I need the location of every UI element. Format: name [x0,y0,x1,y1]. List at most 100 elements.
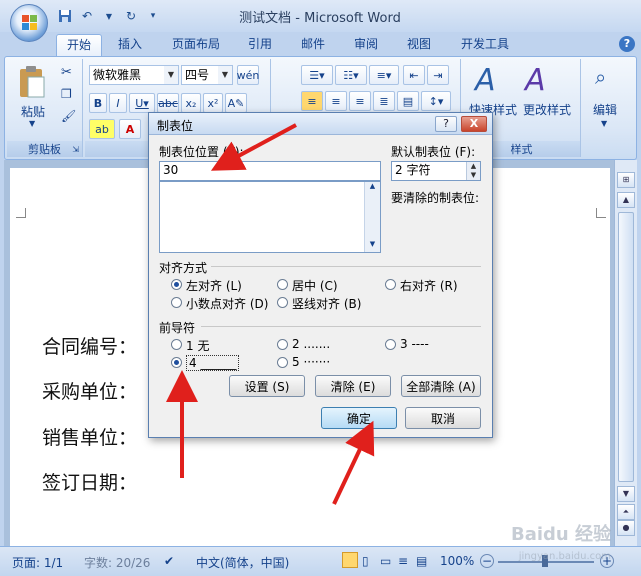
previous-page-icon[interactable]: ⏶ [617,504,635,520]
tab-references[interactable]: 引用 [238,34,282,56]
align-right-label[interactable]: 右对齐 (R) [400,277,458,294]
italic-button[interactable]: I [109,93,127,113]
dropdown-icon[interactable]: ▼ [100,7,118,25]
tab-page-layout[interactable]: 页面布局 [162,34,230,56]
undo-icon[interactable]: ↶ [78,7,96,25]
radio-leader-middle-dots[interactable] [277,357,288,368]
subscript-button[interactable]: x₂ [181,93,201,113]
numbering-icon[interactable]: ☷▾ [335,65,367,85]
binoculars-icon[interactable]: ⌕ [595,65,606,89]
list-scrollbar[interactable]: ▲ ▼ [364,182,380,252]
font-name-combo[interactable]: 微软雅黑 ▼ [89,65,179,85]
leader-dots-label[interactable]: 2 ....... [292,337,330,351]
set-button[interactable]: 设置 (S) [229,375,305,397]
quick-styles-icon[interactable]: A [475,63,496,98]
full-screen-reading-icon[interactable]: ▯ [362,554,369,568]
office-button[interactable] [10,4,48,42]
spin-up-icon[interactable]: ▲ [466,162,480,171]
dialog-title-bar[interactable]: 制表位 ? X [149,113,492,135]
radio-align-center[interactable] [277,279,288,290]
ruler-toggle-icon[interactable]: ⊞ [617,172,635,188]
scroll-up-icon[interactable]: ▲ [617,192,635,208]
radio-align-left[interactable] [171,279,182,290]
scroll-thumb[interactable] [618,212,634,482]
font-color-icon[interactable]: A [119,119,141,139]
browse-object-icon[interactable]: ● [617,520,635,536]
scroll-down-icon[interactable]: ▼ [366,240,379,252]
save-icon[interactable] [56,7,74,25]
leader-middle-dots-label[interactable]: 5 ······· [292,355,330,369]
dialog-launcher-icon[interactable]: ⇲ [72,145,79,154]
align-right-icon[interactable]: ≡ [349,91,371,111]
align-decimal-label[interactable]: 小数点对齐 (D) [186,295,268,312]
web-layout-icon[interactable]: ▭ [380,554,391,568]
help-icon[interactable]: ? [619,36,635,52]
zoom-out-icon[interactable]: − [480,554,494,568]
radio-align-right[interactable] [385,279,396,290]
scroll-down-icon[interactable]: ▼ [617,486,635,502]
increase-indent-icon[interactable]: ⇥ [427,65,449,85]
language-status[interactable]: 中文(简体，中国) [196,554,289,571]
tab-stop-list[interactable]: ▲ ▼ [159,181,381,253]
customize-qat-icon[interactable]: ▾ [144,7,162,25]
tab-mailings[interactable]: 邮件 [291,34,335,56]
radio-leader-dots[interactable] [277,339,288,350]
chevron-down-icon[interactable]: ▼ [164,66,178,84]
page-count[interactable]: 页面: 1/1 [12,554,63,571]
strikethrough-button[interactable]: abc [157,93,179,113]
editing-dropdown-icon[interactable]: ▼ [601,119,607,128]
tab-home[interactable]: 开始 [56,34,103,56]
align-center-label[interactable]: 居中 (C) [292,277,338,294]
zoom-level[interactable]: 100% [440,554,474,568]
radio-leader-dashes[interactable] [385,339,396,350]
leader-underline-label[interactable]: 4 ______ [186,355,240,371]
superscript-button[interactable]: x² [203,93,223,113]
align-center-icon[interactable]: ≡ [325,91,347,111]
tab-review[interactable]: 审阅 [344,34,388,56]
scroll-up-icon[interactable]: ▲ [366,182,379,194]
bold-button[interactable]: B [89,93,107,113]
vertical-scrollbar[interactable]: ⊞ ▲ ▼ ⏶ ● [614,160,637,546]
format-painter-icon[interactable]: 🖌 [61,109,76,123]
underline-button[interactable]: U▾ [129,93,155,113]
ok-button[interactable]: 确定 [321,407,397,429]
clear-format-icon[interactable]: A✎ [225,93,247,113]
justify-icon[interactable]: ≣ [373,91,395,111]
leader-dashes-label[interactable]: 3 ---- [400,337,429,351]
print-layout-icon[interactable] [342,552,358,568]
paste-dropdown-icon[interactable]: ▼ [29,119,35,128]
change-styles-label[interactable]: 更改样式 [523,101,571,118]
cut-icon[interactable]: ✂ [61,65,72,80]
leader-none-label[interactable]: 1 无 [186,337,209,354]
draft-icon[interactable]: ▤ [416,554,427,568]
copy-icon[interactable]: ❐ [61,87,72,101]
close-button[interactable]: X [461,116,487,132]
font-size-combo[interactable]: 四号 ▼ [181,65,233,85]
paste-icon[interactable] [17,65,47,99]
clear-all-button[interactable]: 全部清除 (A) [401,375,481,397]
default-tab-stops-input[interactable]: 2 字符 ▲ ▼ [391,161,481,181]
editing-label[interactable]: 编辑 [593,101,617,118]
radio-align-bar[interactable] [277,297,288,308]
radio-leader-none[interactable] [171,339,182,350]
phonetic-guide-icon[interactable]: wén [237,65,259,85]
paste-label[interactable]: 粘贴 [21,103,45,120]
line-spacing-icon[interactable]: ↕▾ [421,91,451,111]
distributed-icon[interactable]: ▤ [397,91,419,111]
spin-down-icon[interactable]: ▼ [466,171,480,180]
tab-view[interactable]: 视图 [397,34,441,56]
bullets-icon[interactable]: ☰▾ [301,65,333,85]
tab-insert[interactable]: 插入 [108,34,152,56]
tab-developer[interactable]: 开发工具 [451,34,519,56]
outline-icon[interactable]: ≡ [398,554,408,568]
decrease-indent-icon[interactable]: ⇤ [403,65,425,85]
help-button[interactable]: ? [435,116,457,132]
multilevel-list-icon[interactable]: ≡▾ [369,65,399,85]
highlight-icon[interactable]: ab [89,119,115,139]
align-left-label[interactable]: 左对齐 (L) [186,277,242,294]
radio-align-decimal[interactable] [171,297,182,308]
redo-icon[interactable]: ↻ [122,7,140,25]
cancel-button[interactable]: 取消 [405,407,481,429]
word-count[interactable]: 字数: 20/26 [84,554,150,571]
radio-leader-underline[interactable] [171,357,182,368]
